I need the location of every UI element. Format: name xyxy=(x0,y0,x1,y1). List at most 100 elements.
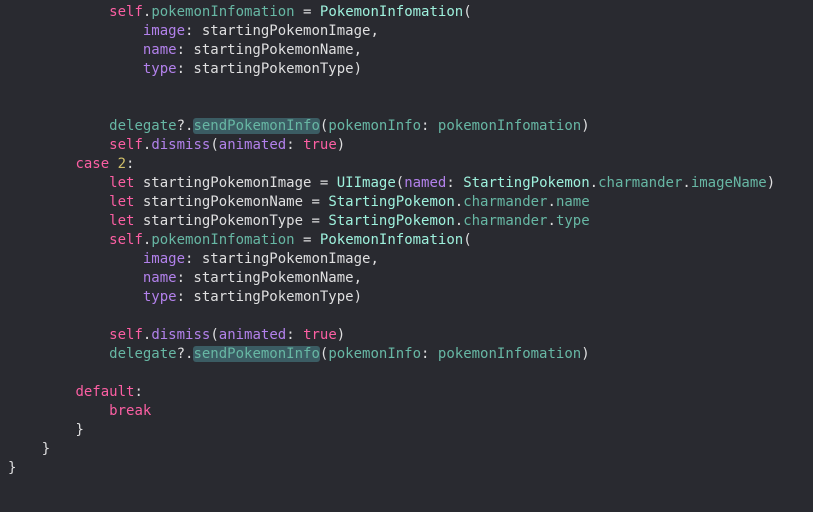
code-token: ( xyxy=(463,232,472,248)
code-token: ( xyxy=(463,4,472,20)
code-token: ) xyxy=(336,137,346,153)
code-line[interactable]: name: startingPokemonName, xyxy=(8,269,362,288)
code-token: name xyxy=(555,194,590,210)
code-token: pokemonInfomation xyxy=(437,346,582,362)
code-token: animated xyxy=(218,327,287,343)
code-line[interactable]: break xyxy=(8,402,151,421)
code-token: charmander xyxy=(463,194,548,210)
code-token: ) xyxy=(581,118,590,134)
code-token: charmander xyxy=(463,213,548,229)
code-token: : startingPokemonType) xyxy=(176,289,363,305)
code-line[interactable]: delegate?.sendPokemonInfo(pokemonInfo: p… xyxy=(8,345,590,364)
code-token: named xyxy=(404,175,447,191)
code-token: dismiss xyxy=(151,327,211,343)
code-token: image xyxy=(142,23,186,39)
code-token: startingPokemonImage = xyxy=(134,175,337,191)
code-token: default xyxy=(75,384,135,400)
code-line[interactable]: self.dismiss(animated: true) xyxy=(8,136,345,155)
code-token: StartingPokemon xyxy=(328,194,455,210)
code-token: : startingPokemonImage, xyxy=(185,23,379,39)
code-token: } xyxy=(8,460,17,476)
code-token: pokemonInfo xyxy=(328,346,422,362)
code-token: . xyxy=(454,213,464,229)
code-token: : startingPokemonType) xyxy=(176,61,363,77)
code-line[interactable]: let startingPokemonType = StartingPokemo… xyxy=(8,212,590,231)
code-line[interactable]: } xyxy=(8,421,84,440)
code-line[interactable]: delegate?.sendPokemonInfo(pokemonInfo: p… xyxy=(8,117,590,136)
code-token: let xyxy=(109,213,135,229)
code-line[interactable]: let startingPokemonName = StartingPokemo… xyxy=(8,193,590,212)
highlighted-symbol: sendPokemonInfo xyxy=(193,118,320,134)
code-token: StartingPokemon xyxy=(328,213,455,229)
code-token: type xyxy=(142,289,177,305)
code-token: pokemonInfomation xyxy=(151,232,295,248)
code-token: . xyxy=(454,194,464,210)
highlighted-symbol: sendPokemonInfo xyxy=(193,346,320,362)
code-token: animated xyxy=(218,137,287,153)
code-token: : xyxy=(286,137,304,153)
code-token: UIImage xyxy=(336,175,396,191)
code-line[interactable]: type: startingPokemonType) xyxy=(8,60,362,79)
code-editor[interactable]: self. pokemonInfomation = PokemonInfomati… xyxy=(0,0,813,512)
code-token: imageName xyxy=(690,175,767,191)
code-token: ) xyxy=(581,346,590,362)
code-line[interactable]: default: xyxy=(8,383,143,402)
code-token: let xyxy=(109,175,135,191)
code-line[interactable]: self.pokemonInfomation = PokemonInfomati… xyxy=(8,231,472,250)
code-token: dismiss xyxy=(151,137,211,153)
code-token: : xyxy=(134,384,143,400)
code-token: let xyxy=(109,194,135,210)
code-token: type xyxy=(555,213,590,229)
code-token: . xyxy=(547,213,556,229)
code-token: name xyxy=(142,270,177,286)
code-token: self xyxy=(109,4,143,20)
code-token: ( xyxy=(210,137,219,153)
code-token: ( xyxy=(395,175,405,191)
code-token: pokemonInfomation xyxy=(151,4,295,20)
code-token: true xyxy=(303,137,337,153)
code-line[interactable]: type: startingPokemonType) xyxy=(8,288,362,307)
code-token: : xyxy=(421,118,438,134)
code-line[interactable]: let startingPokemonImage = UIImage(named… xyxy=(8,174,775,193)
code-line[interactable]: self.dismiss(animated: true) xyxy=(8,326,345,345)
code-token: = xyxy=(294,4,320,20)
code-token: StartingPokemon xyxy=(463,175,590,191)
code-token: self xyxy=(109,327,143,343)
code-token: PokemonInfomation xyxy=(319,232,464,248)
code-line[interactable]: } xyxy=(8,440,50,459)
code-line[interactable]: self.pokemonInfomation = PokemonInfomati… xyxy=(8,3,472,22)
code-token: delegate xyxy=(109,118,177,134)
code-token: : startingPokemonName, xyxy=(176,270,363,286)
code-token: : startingPokemonName, xyxy=(176,42,363,58)
code-token: : xyxy=(126,156,135,172)
code-token: . xyxy=(547,194,556,210)
code-token: PokemonInfomation xyxy=(319,4,464,20)
code-token: } xyxy=(75,422,84,438)
code-token: startingPokemonName = xyxy=(134,194,329,210)
code-line[interactable]: } xyxy=(8,459,16,478)
code-token: delegate xyxy=(109,346,177,362)
code-token: self xyxy=(109,137,143,153)
code-line[interactable]: case 2: xyxy=(8,155,134,174)
code-line[interactable]: name: startingPokemonName, xyxy=(8,41,362,60)
code-token: . xyxy=(682,175,691,191)
code-line[interactable]: image: startingPokemonImage, xyxy=(8,250,379,269)
code-line[interactable]: image: startingPokemonImage, xyxy=(8,22,379,41)
code-token: case xyxy=(75,156,110,172)
code-token: : xyxy=(286,327,304,343)
